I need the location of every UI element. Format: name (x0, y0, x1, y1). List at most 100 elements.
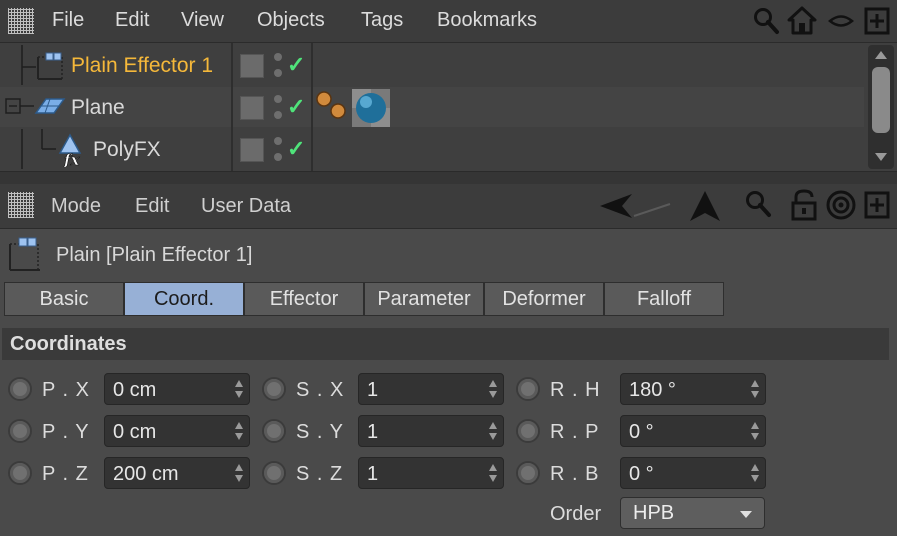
rp-field[interactable]: 0 ° (620, 415, 766, 447)
pz-field[interactable]: 200 cm (104, 457, 250, 489)
px-spinner-icon[interactable] (235, 380, 244, 398)
lock-icon[interactable] (790, 189, 818, 221)
rp-spinner-icon[interactable] (751, 422, 760, 440)
scrollbar-thumb[interactable] (872, 67, 890, 133)
editor-visibility-dot[interactable] (274, 95, 282, 103)
sx-value: 1 (367, 379, 379, 401)
sx-spinner-icon[interactable] (489, 380, 498, 398)
chevron-down-icon (740, 511, 752, 518)
object-name-plane[interactable]: Plane (71, 96, 125, 120)
search-icon[interactable] (752, 6, 780, 36)
home-icon[interactable] (786, 5, 818, 35)
order-dropdown[interactable]: HPB (620, 497, 765, 529)
menu-edit[interactable]: Edit (115, 9, 149, 32)
scroll-up-icon[interactable] (874, 49, 888, 61)
expand-collapse-icon[interactable] (4, 95, 36, 119)
pz-value: 200 cm (113, 463, 179, 485)
menu-mode[interactable]: Mode (51, 195, 101, 218)
plane-icon (34, 98, 66, 114)
menu-user-data[interactable]: User Data (201, 195, 291, 218)
rh-label: R . H (550, 379, 601, 401)
py-field[interactable]: 0 cm (104, 415, 250, 447)
attribute-manager-menubar: Mode Edit User Data (0, 184, 897, 229)
object-list: Plain Effector 1 ✓ Plane ✓ fx PolyFX ✓ (0, 43, 897, 171)
rb-label: R . B (550, 463, 600, 485)
object-row-plane[interactable]: Plane ✓ (0, 87, 864, 127)
panel-grip-icon[interactable] (8, 8, 34, 34)
rb-animate-radio[interactable] (516, 461, 540, 485)
layer-checkbox[interactable] (240, 138, 264, 162)
object-list-scrollbar[interactable] (868, 45, 894, 169)
cloner-tag-icon[interactable] (314, 89, 350, 125)
object-row-polyfx[interactable]: fx PolyFX ✓ (0, 129, 864, 169)
object-row-plain-effector[interactable]: Plain Effector 1 ✓ (0, 45, 864, 85)
back-arrow-icon[interactable] (598, 192, 674, 222)
rb-spinner-icon[interactable] (751, 464, 760, 482)
render-visibility-dot[interactable] (274, 153, 282, 161)
rb-field[interactable]: 0 ° (620, 457, 766, 489)
forward-arrow-icon[interactable] (688, 189, 722, 223)
object-title: Plain [Plain Effector 1] (56, 244, 253, 266)
column-divider (231, 43, 233, 171)
py-animate-radio[interactable] (8, 419, 32, 443)
px-animate-radio[interactable] (8, 377, 32, 401)
panel-grip-icon[interactable] (8, 192, 34, 218)
enabled-check-icon[interactable]: ✓ (287, 136, 305, 162)
pz-animate-radio[interactable] (8, 461, 32, 485)
py-label: P . Y (42, 421, 90, 443)
px-label: P . X (42, 379, 90, 401)
sx-field[interactable]: 1 (358, 373, 504, 405)
object-name-polyfx[interactable]: PolyFX (93, 138, 161, 162)
editor-visibility-dot[interactable] (274, 137, 282, 145)
tab-falloff[interactable]: Falloff (604, 282, 724, 316)
eye-icon[interactable] (828, 13, 854, 29)
render-visibility-dot[interactable] (274, 111, 282, 119)
sy-label: S . Y (296, 421, 344, 443)
menu-attr-edit[interactable]: Edit (135, 195, 169, 218)
sx-animate-radio[interactable] (262, 377, 286, 401)
sz-animate-radio[interactable] (262, 461, 286, 485)
tab-deformer[interactable]: Deformer (484, 282, 604, 316)
layer-checkbox[interactable] (240, 96, 264, 120)
rp-animate-radio[interactable] (516, 419, 540, 443)
rh-spinner-icon[interactable] (751, 380, 760, 398)
order-label: Order (550, 503, 602, 525)
sy-field[interactable]: 1 (358, 415, 504, 447)
sz-spinner-icon[interactable] (489, 464, 498, 482)
new-panel-icon[interactable] (864, 191, 890, 219)
sz-field[interactable]: 1 (358, 457, 504, 489)
tab-parameter[interactable]: Parameter (364, 282, 484, 316)
tab-basic[interactable]: Basic (4, 282, 124, 316)
enabled-check-icon[interactable]: ✓ (287, 52, 305, 78)
px-field[interactable]: 0 cm (104, 373, 250, 405)
menu-tags[interactable]: Tags (361, 9, 403, 32)
pz-label: P . Z (42, 463, 89, 485)
target-icon[interactable] (826, 190, 856, 220)
py-spinner-icon[interactable] (235, 422, 244, 440)
new-panel-icon[interactable] (864, 7, 890, 35)
tab-coord[interactable]: Coord. (124, 282, 244, 316)
order-value: HPB (633, 502, 675, 524)
panel-divider[interactable] (0, 171, 897, 185)
material-tag-icon[interactable] (352, 89, 390, 127)
rh-animate-radio[interactable] (516, 377, 540, 401)
polyfx-icon: fx (58, 133, 82, 167)
sy-spinner-icon[interactable] (489, 422, 498, 440)
search-icon[interactable] (744, 189, 772, 219)
rh-field[interactable]: 180 ° (620, 373, 766, 405)
menu-objects[interactable]: Objects (257, 9, 325, 32)
render-visibility-dot[interactable] (274, 69, 282, 77)
sy-animate-radio[interactable] (262, 419, 286, 443)
object-name-plain-effector[interactable]: Plain Effector 1 (71, 54, 213, 78)
menu-view[interactable]: View (181, 9, 224, 32)
menu-file[interactable]: File (52, 9, 84, 32)
scroll-down-icon[interactable] (874, 151, 888, 163)
enabled-check-icon[interactable]: ✓ (287, 94, 305, 120)
pz-spinner-icon[interactable] (235, 464, 244, 482)
tab-effector[interactable]: Effector (244, 282, 364, 316)
rb-value: 0 ° (629, 463, 654, 485)
menu-bookmarks[interactable]: Bookmarks (437, 9, 537, 32)
object-manager-menubar: File Edit View Objects Tags Bookmarks (0, 0, 897, 43)
editor-visibility-dot[interactable] (274, 53, 282, 61)
layer-checkbox[interactable] (240, 54, 264, 78)
